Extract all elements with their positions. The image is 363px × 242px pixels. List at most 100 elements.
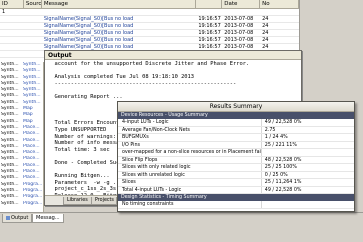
tab-libraries[interactable]: Libraries (63, 197, 92, 205)
summary-value: 48 / 22,528 0% (260, 156, 354, 163)
summary-value: 49 / 22,528 0% (260, 186, 354, 193)
summary-row: Average Fan/Non-Clock Nets 2.75 (118, 126, 354, 134)
cell-date: 2013-07-08 (224, 30, 254, 36)
cell-source (24, 23, 42, 29)
summary-label: Slices (122, 180, 136, 185)
cell-id (0, 23, 24, 29)
summary-value: 1 / 24 4% (260, 134, 354, 141)
cell-date: 2013-07-08 (224, 23, 254, 29)
cell-date (222, 9, 260, 15)
summary-value (260, 149, 354, 156)
cell-time (196, 9, 222, 15)
cell-time: 19:16:57 (198, 23, 221, 29)
list-item[interactable]: Synth... Progra... (0, 201, 43, 207)
tab-projects[interactable]: Projects (91, 197, 118, 205)
summary-label: 4-input LUTs - Logic (122, 120, 169, 125)
summary-label: Total 4-input LUTs - Logic (122, 187, 182, 193)
cell-source (24, 44, 42, 50)
cell-date: 2013-07-08 (224, 37, 254, 43)
cell-no: 24 (262, 23, 269, 29)
cell-no: 24 (262, 30, 269, 36)
summary-label: Slices with unrelated logic (122, 172, 185, 178)
cell-message: SignalName(Signal_S0)[Bus no load (43, 30, 134, 36)
summary-row: Slices with only related logic 25 / 25 10… (118, 164, 354, 172)
summary-label: Average Fan/Non-Clock Nets (122, 127, 190, 133)
cell-id (0, 30, 24, 36)
table-row[interactable]: SignalName(Signal_S0)[Bus no load 19:16:5… (0, 16, 299, 23)
summary-label: Slices with only related logic (122, 165, 191, 170)
summary-row: over-mapped for a non-slice resources or… (118, 149, 354, 157)
output-window-title: Output (45, 51, 301, 60)
output-log-line: Generating Report ... (48, 93, 123, 100)
cell-id (0, 37, 24, 43)
cell-time: 19:16:57 (198, 37, 221, 43)
cell-id (0, 51, 24, 57)
column-header-id[interactable]: ID (0, 0, 24, 8)
section-header[interactable]: Device Resources - Usage Summary (118, 112, 354, 119)
list-item-process: Synth... (1, 200, 19, 206)
column-header-source[interactable]: Source (24, 0, 42, 8)
summary-row: Slices 25 / 11,264 1% (118, 179, 354, 187)
summary-value (260, 201, 354, 208)
output-log-line: ----------------------------------------… (48, 80, 237, 87)
column-header-date[interactable]: Date (222, 0, 261, 8)
summary-row: 4-input LUTs - Logic 49 / 22,528 0% (118, 119, 354, 127)
output-log-line: account for the unsupported Discrete Jit… (48, 61, 250, 67)
bottom-tab-bar: Output Messag... (0, 212, 363, 242)
summary-value: 49 / 22,528 0% (260, 119, 354, 126)
table-row[interactable]: SignalName(Signal_S0)[Bus no load 19:16:5… (0, 30, 299, 37)
summary-row: Total 4-input LUTs - Logic 49 / 22,528 0% (118, 186, 354, 194)
column-header-time[interactable] (196, 0, 223, 8)
results-summary-title[interactable]: Results Summary (118, 102, 354, 112)
cell-message: SignalName(Signal_S0)[Bus no load (43, 23, 134, 29)
table-row[interactable]: 1 (0, 9, 299, 16)
cell-source (24, 9, 42, 15)
summary-row: I/O Pins 25 / 221 11% (118, 141, 354, 149)
summary-row: No timing constraints (118, 201, 354, 209)
summary-value: 25 / 221 11% (260, 141, 354, 148)
summary-value: 25 / 11,264 1% (260, 179, 354, 186)
summary-label: over-mapped for a non-slice resources or… (122, 150, 261, 155)
table-row[interactable]: SignalName(Signal_S0)[Bus no load 19:16:5… (0, 23, 299, 30)
cell-id (0, 16, 24, 22)
cell-source (24, 51, 42, 57)
messages-table-header: ID Source Message Date No (0, 0, 299, 9)
column-header-no[interactable]: No (260, 0, 299, 8)
summary-value: 2.75 (260, 126, 354, 133)
messages-source-list: Synth... Synth... Synth... Synth... Synth...… (0, 62, 44, 212)
tab-output[interactable]: Output (2, 214, 33, 223)
summary-label: BUFGMUXs (122, 135, 149, 140)
cell-time: 19:16:57 (198, 30, 221, 36)
cell-id: 1 (2, 9, 6, 15)
summary-value: 0 / 25 0% (260, 171, 354, 178)
output-log-line (48, 68, 298, 75)
cell-date: 2013-07-08 (224, 16, 254, 22)
results-summary-window: Results Summary Device Resources - Usage… (117, 101, 355, 212)
cell-no: 24 (262, 16, 269, 22)
output-log-line: Analysis completed Tue Jul 08 19:18:10 2… (48, 74, 195, 81)
cell-no: 24 (262, 37, 269, 43)
cell-source (24, 37, 42, 43)
cell-source (24, 16, 42, 22)
summary-value: 25 / 25 100% (260, 164, 354, 171)
section-header[interactable]: Design Statistics - Timing Summary (118, 194, 354, 201)
cell-message: SignalName(Signal_S0)[Bus no load (43, 16, 134, 22)
cell-message: SignalName(Signal_S0)[Bus no load (43, 37, 134, 43)
list-item-source: Progra... (23, 200, 42, 206)
cell-no (260, 9, 299, 15)
summary-label: I/O Pins (122, 142, 140, 148)
summary-label: Slice Flip Flops (122, 157, 158, 163)
cell-id (0, 44, 24, 50)
summary-row: Slices with unrelated logic 0 / 25 0% (118, 171, 354, 179)
cell-time: 19:16:57 (198, 16, 221, 22)
results-summary-body: Device Resources - Usage Summary 4-input … (118, 112, 354, 209)
column-header-message[interactable]: Message (42, 0, 197, 8)
output-icon (6, 215, 10, 220)
cell-message (42, 9, 196, 15)
summary-row: Slice Flip Flops 48 / 22,528 0% (118, 156, 354, 164)
table-row[interactable]: SignalName(Signal_S0)[Bus no load 19:16:5… (0, 37, 299, 44)
tab-messages[interactable]: Messag... (32, 214, 64, 223)
summary-row: BUFGMUXs 1 / 24 4% (118, 134, 354, 142)
summary-label: No timing constraints (122, 202, 174, 207)
cell-source (24, 30, 42, 36)
